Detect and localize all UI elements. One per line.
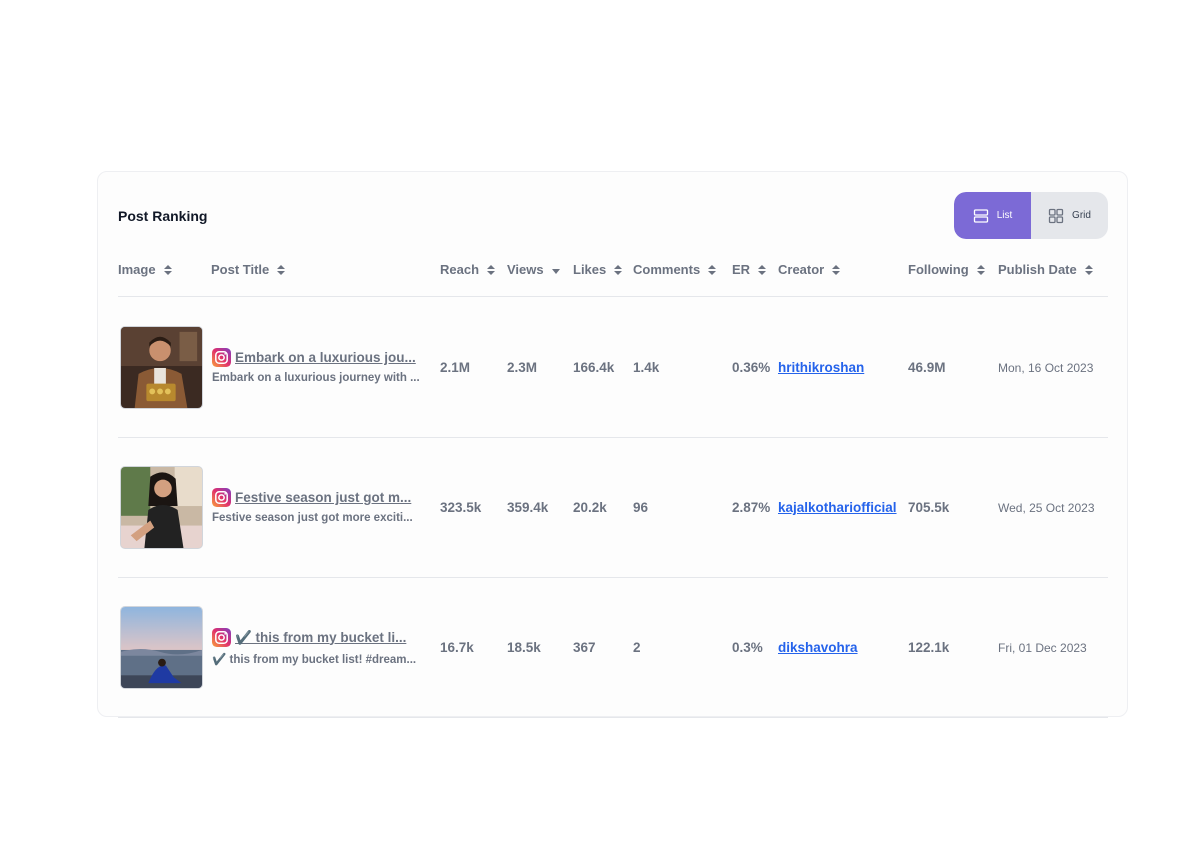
- column-header-publish-date[interactable]: Publish Date: [998, 262, 1093, 277]
- post-thumbnail[interactable]: [120, 466, 203, 549]
- column-label: Following: [908, 262, 969, 277]
- post-thumbnail[interactable]: [120, 326, 203, 409]
- post-title-link[interactable]: ✔️ this from my bucket li...: [235, 630, 425, 646]
- sort-icon: [487, 264, 496, 275]
- er-value: 2.87%: [732, 500, 771, 515]
- column-header-reach[interactable]: Reach: [440, 262, 496, 277]
- column-header-er[interactable]: ER: [732, 262, 767, 277]
- column-header-image[interactable]: Image: [118, 262, 172, 277]
- column-label: Publish Date: [998, 262, 1077, 277]
- post-title-line: Embark on a luxurious jou...: [212, 348, 432, 367]
- sort-icon: [832, 264, 841, 275]
- view-toggle: List Grid: [954, 192, 1108, 239]
- sort-icon: [708, 264, 717, 275]
- grid-view-icon: [1048, 208, 1064, 223]
- creator-link[interactable]: dikshavohra: [778, 640, 858, 655]
- reach-value: 16.7k: [440, 640, 474, 655]
- column-header-likes[interactable]: Likes: [573, 262, 623, 277]
- post-title-line: Festive season just got m...: [212, 488, 432, 507]
- comments-value: 96: [633, 500, 649, 515]
- card-title: Post Ranking: [118, 208, 208, 224]
- post-description: Embark on a luxurious journey with ...: [212, 372, 420, 384]
- column-label: Reach: [440, 262, 480, 277]
- views-value: 18.5k: [507, 640, 541, 655]
- views-value: 359.4k: [507, 500, 549, 515]
- column-header-comments[interactable]: Comments: [633, 262, 717, 277]
- comments-value: 1.4k: [633, 360, 660, 375]
- sort-icon: [1084, 264, 1093, 275]
- post-image-woman-seated: [121, 467, 202, 548]
- likes-value: 20.2k: [573, 500, 607, 515]
- likes-value: 166.4k: [573, 360, 615, 375]
- post-description: ✔️ this from my bucket list! #dream...: [212, 654, 417, 666]
- sort-descending-icon: [551, 269, 560, 274]
- list-view-label: List: [996, 210, 1013, 221]
- column-header-post-title[interactable]: Post Title: [211, 262, 286, 277]
- table-row[interactable]: Festive season just got m... Festive sea…: [118, 438, 1108, 578]
- creator-link[interactable]: kajalkothariofficial: [778, 500, 897, 515]
- column-label: Likes: [573, 262, 607, 277]
- reach-value: 323.5k: [440, 500, 482, 515]
- column-header-creator[interactable]: Creator: [778, 262, 841, 277]
- creator-link[interactable]: hrithikroshan: [778, 360, 864, 375]
- column-label: Image: [118, 262, 156, 277]
- grid-view-label: Grid: [1072, 210, 1091, 221]
- views-value: 2.3M: [507, 360, 538, 375]
- sort-icon: [277, 264, 286, 275]
- list-view-icon: [973, 208, 988, 223]
- following-value: 705.5k: [908, 500, 950, 515]
- column-header-following[interactable]: Following: [908, 262, 985, 277]
- following-value: 122.1k: [908, 640, 950, 655]
- table-header: Image Post Title Reach Views Likes Comme…: [118, 252, 1108, 297]
- instagram-icon: [212, 348, 231, 367]
- post-image-man-with-chocolates: [121, 327, 202, 408]
- following-value: 46.9M: [908, 360, 946, 375]
- er-value: 0.3%: [732, 640, 763, 655]
- grid-view-button[interactable]: Grid: [1031, 192, 1108, 239]
- post-thumbnail[interactable]: [120, 606, 203, 689]
- sort-icon: [614, 264, 623, 275]
- column-label: ER: [732, 262, 751, 277]
- publish-date-value: Wed, 25 Oct 2023: [998, 501, 1095, 515]
- instagram-icon: [212, 488, 231, 507]
- table-row[interactable]: ✔️ this from my bucket li... ✔️ this fro…: [118, 578, 1108, 718]
- column-label: Views: [507, 262, 544, 277]
- sort-icon: [163, 264, 172, 275]
- publish-date-value: Mon, 16 Oct 2023: [998, 361, 1094, 375]
- post-ranking-card: Post Ranking List Grid Image Post Title: [97, 171, 1128, 718]
- er-value: 0.36%: [732, 360, 771, 375]
- post-title-line: ✔️ this from my bucket li...: [212, 628, 432, 647]
- likes-value: 367: [573, 640, 596, 655]
- sort-icon: [976, 264, 985, 275]
- post-title-link[interactable]: Embark on a luxurious jou...: [235, 350, 425, 365]
- sort-icon: [758, 264, 767, 275]
- reach-value: 2.1M: [440, 360, 471, 375]
- comments-value: 2: [633, 640, 641, 655]
- publish-date-value: Fri, 01 Dec 2023: [998, 641, 1087, 655]
- column-label: Creator: [778, 262, 825, 277]
- column-header-views[interactable]: Views: [507, 262, 560, 277]
- post-title-link[interactable]: Festive season just got m...: [235, 490, 425, 505]
- instagram-icon: [212, 628, 231, 647]
- post-image-sunset-lake: [121, 607, 202, 688]
- post-description: Festive season just got more exciti...: [212, 512, 413, 524]
- table-row[interactable]: Embark on a luxurious jou... Embark on a…: [118, 298, 1108, 438]
- column-label: Post Title: [211, 262, 270, 277]
- column-label: Comments: [633, 262, 701, 277]
- list-view-button[interactable]: List: [954, 192, 1031, 239]
